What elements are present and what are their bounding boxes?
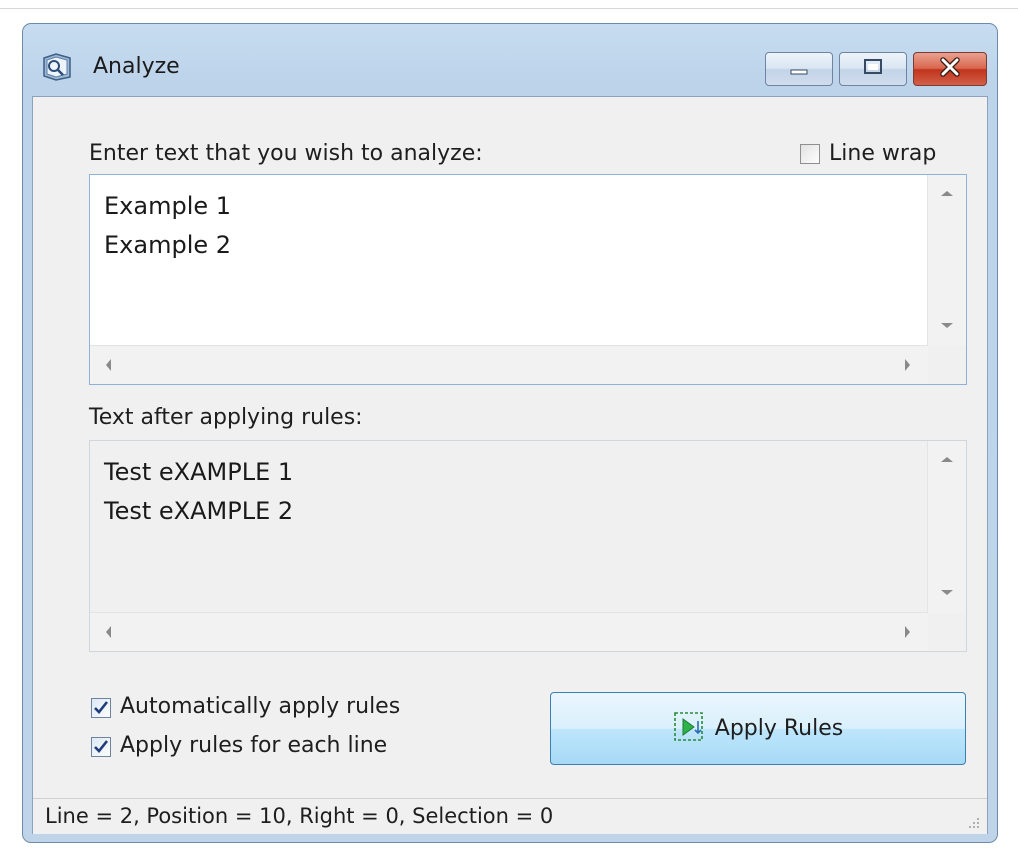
analyze-window: Analyze Enter text that you wish to anal… <box>22 23 998 843</box>
title-bar[interactable]: Analyze <box>23 24 997 96</box>
input-textarea[interactable]: Example 1 Example 2 <box>89 174 967 385</box>
scroll-down-icon[interactable] <box>941 323 953 328</box>
apply-rules-label: Apply Rules <box>714 716 844 741</box>
scroll-left-icon[interactable] <box>106 626 111 638</box>
output-label: Text after applying rules: <box>89 405 363 430</box>
line-wrap-checkbox[interactable]: Line wrap <box>800 141 980 169</box>
analyze-app-icon <box>41 50 73 82</box>
output-vertical-scrollbar[interactable] <box>927 441 966 613</box>
top-divider <box>0 8 1018 9</box>
window-title: Analyze <box>93 54 180 79</box>
status-text: Line = 2, Position = 10, Right = 0, Sele… <box>45 804 554 828</box>
scroll-corner <box>928 346 966 384</box>
line-wrap-label: Line wrap <box>829 141 937 166</box>
status-bar: Line = 2, Position = 10, Right = 0, Sele… <box>33 798 987 834</box>
output-text: Test eXAMPLE 1 Test eXAMPLE 2 <box>104 458 294 525</box>
each-line-check-box[interactable] <box>91 737 111 757</box>
output-textarea[interactable]: Test eXAMPLE 1 Test eXAMPLE 2 <box>89 440 967 652</box>
apply-rules-button[interactable]: Apply Rules <box>550 692 966 765</box>
line-wrap-check-box[interactable] <box>800 144 820 164</box>
each-line-label: Apply rules for each line <box>120 733 388 758</box>
auto-apply-label: Automatically apply rules <box>120 694 401 719</box>
maximize-button[interactable] <box>839 52 907 86</box>
input-horizontal-scrollbar[interactable] <box>90 345 928 384</box>
scroll-down-icon[interactable] <box>941 590 953 595</box>
input-vertical-scrollbar[interactable] <box>927 175 966 346</box>
close-icon <box>938 57 962 81</box>
auto-apply-check-box[interactable] <box>91 698 111 718</box>
scroll-up-icon[interactable] <box>941 191 953 196</box>
minimize-button[interactable] <box>765 52 833 86</box>
client-area: Enter text that you wish to analyze: Lin… <box>32 96 988 834</box>
input-label: Enter text that you wish to analyze: <box>89 141 483 166</box>
scroll-left-icon[interactable] <box>106 359 111 371</box>
output-horizontal-scrollbar[interactable] <box>90 612 928 651</box>
scroll-right-icon[interactable] <box>905 626 910 638</box>
scroll-up-icon[interactable] <box>941 457 953 462</box>
maximize-icon <box>863 58 883 80</box>
close-button[interactable] <box>913 52 987 86</box>
scroll-right-icon[interactable] <box>905 359 910 371</box>
input-text[interactable]: Example 1 Example 2 <box>104 187 231 265</box>
scroll-corner <box>928 613 966 651</box>
minimize-icon <box>789 60 809 79</box>
each-line-checkbox[interactable]: Apply rules for each line <box>91 733 471 761</box>
resize-grip-icon[interactable] <box>967 815 981 829</box>
auto-apply-checkbox[interactable]: Automatically apply rules <box>91 694 471 722</box>
apply-rules-icon <box>673 711 705 747</box>
